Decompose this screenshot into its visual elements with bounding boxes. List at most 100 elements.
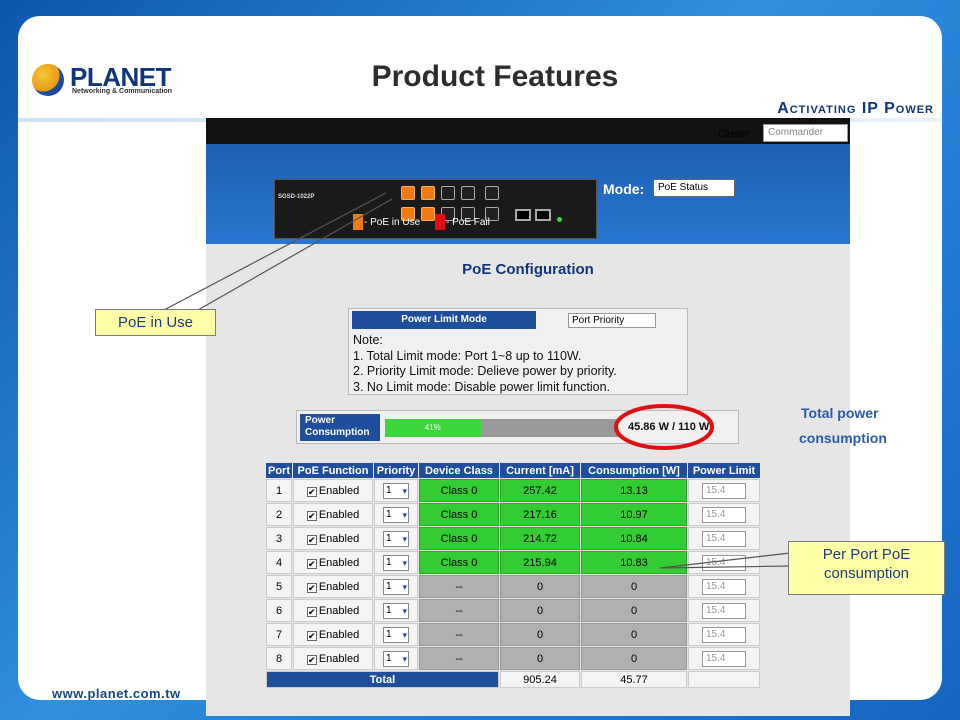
column-header: Current [mA] — [500, 463, 580, 478]
power-limit-note: Note: 1. Total Limit mode: Port 1~8 up t… — [353, 333, 617, 394]
power-limit-cell: 15.4 — [688, 575, 760, 598]
device-model: SGSD-1022P — [278, 194, 315, 200]
power-limit-input[interactable]: 15.4 — [702, 506, 746, 523]
priority-select[interactable]: 1 — [383, 530, 409, 547]
consumption-cell: 13.13 — [581, 479, 687, 502]
mode-select[interactable]: PoE Status — [653, 179, 735, 197]
port-3-icon[interactable] — [441, 186, 455, 200]
current-cell: 215.94 — [500, 551, 580, 574]
current-cell: 0 — [500, 599, 580, 622]
poe-function-label: Enabled — [318, 556, 360, 569]
power-limit-input[interactable]: 15.4 — [702, 578, 746, 595]
port-cell: 6 — [266, 599, 292, 622]
power-limit-cell: 15.4 — [688, 527, 760, 550]
port-5-icon[interactable] — [485, 186, 499, 200]
table-row: 8✔Enabled1--0015.4 — [266, 647, 760, 670]
checkbox-checked-icon[interactable]: ✔ — [306, 582, 317, 593]
priority-select[interactable]: 1 — [383, 650, 409, 667]
priority-select[interactable]: 1 — [383, 554, 409, 571]
poe-function-cell[interactable]: ✔ Enabled — [293, 479, 373, 502]
priority-select[interactable]: 1 — [383, 626, 409, 643]
device-class-cell: -- — [419, 623, 499, 646]
total-empty-cell — [688, 671, 760, 688]
poe-configuration-title: PoE Configuration — [462, 261, 594, 278]
power-limit-input[interactable]: 15.4 — [702, 602, 746, 619]
power-consumption-panel: Power Consumption 41% 45.86 W / 110 W — [296, 410, 739, 444]
table-row: 6✔Enabled1--0015.4 — [266, 599, 760, 622]
current-cell: 214.72 — [500, 527, 580, 550]
power-limit-cell: 15.4 — [688, 623, 760, 646]
power-limit-mode-label: Power Limit Mode — [352, 311, 536, 329]
device-class-cell: Class 0 — [419, 479, 499, 502]
device-class-cell: -- — [419, 575, 499, 598]
checkbox-checked-icon[interactable]: ✔ — [306, 630, 317, 641]
consumption-cell: 10.84 — [581, 527, 687, 550]
poe-function-label: Enabled — [318, 652, 360, 665]
priority-select[interactable]: 1 — [383, 602, 409, 619]
checkbox-checked-icon[interactable]: ✔ — [306, 534, 317, 545]
power-consumption-label: Power Consumption — [300, 414, 380, 441]
poe-function-cell[interactable]: ✔ Enabled — [293, 647, 373, 670]
poe-fail-swatch — [435, 214, 445, 230]
priority-cell: 1 — [374, 599, 418, 622]
power-limit-cell: 15.4 — [688, 551, 760, 574]
poe-port-table: Port PoE Function Priority Device Class Curr… — [265, 462, 761, 689]
priority-cell: 1 — [374, 527, 418, 550]
sfp-port-icon[interactable] — [535, 209, 551, 221]
port-cell: 2 — [266, 503, 292, 526]
power-limit-mode-select[interactable]: Port Priority — [568, 313, 656, 328]
priority-cell: 1 — [374, 575, 418, 598]
power-limit-input[interactable]: 15.4 — [702, 530, 746, 547]
total-current-cell: 905.24 — [500, 671, 580, 688]
power-limit-mode-panel: Power Limit Mode Port Priority Note: 1. … — [348, 308, 688, 395]
total-power-label-line2: consumption — [799, 430, 887, 446]
priority-cell: 1 — [374, 623, 418, 646]
power-limit-input[interactable]: 15.4 — [702, 554, 746, 571]
poe-function-cell[interactable]: ✔ Enabled — [293, 527, 373, 550]
column-header: Priority — [374, 463, 418, 478]
checkbox-checked-icon[interactable]: ✔ — [306, 510, 317, 521]
poe-function-cell[interactable]: ✔ Enabled — [293, 503, 373, 526]
priority-select[interactable]: 1 — [383, 482, 409, 499]
poe-function-cell[interactable]: ✔ Enabled — [293, 599, 373, 622]
consumption-cell: 10.97 — [581, 503, 687, 526]
power-led-icon — [557, 217, 562, 222]
checkbox-checked-icon[interactable]: ✔ — [306, 558, 317, 569]
cluster-select[interactable]: Commander — [763, 124, 848, 142]
power-consumption-value: 45.86 W / 110 W — [628, 421, 710, 433]
total-label: Total — [266, 671, 499, 688]
column-header: PoE Function — [293, 463, 373, 478]
priority-select[interactable]: 1 — [383, 506, 409, 523]
sfp-port-icon[interactable] — [515, 209, 531, 221]
consumption-cell: 0 — [581, 599, 687, 622]
priority-select[interactable]: 1 — [383, 578, 409, 595]
port-4-icon[interactable] — [461, 186, 475, 200]
priority-cell: 1 — [374, 479, 418, 502]
power-limit-cell: 15.4 — [688, 503, 760, 526]
checkbox-checked-icon[interactable]: ✔ — [306, 486, 317, 497]
header-panel: SGSD-1022P Mode: PoE Status - PoE in Use… — [206, 144, 850, 244]
port-2-icon[interactable] — [421, 186, 435, 200]
device-class-cell: Class 0 — [419, 503, 499, 526]
current-cell: 0 — [500, 623, 580, 646]
footer-url: www.planet.com.tw — [52, 686, 181, 701]
table-row: 4✔Enabled1Class 0215.9410.8315.4 — [266, 551, 760, 574]
checkbox-checked-icon[interactable]: ✔ — [306, 654, 317, 665]
tagline: Activating IP Power — [777, 100, 934, 117]
poe-function-cell[interactable]: ✔ Enabled — [293, 575, 373, 598]
port-7-icon[interactable] — [421, 207, 435, 221]
legend-poe-in-use: - PoE in Use — [364, 217, 421, 228]
power-limit-input[interactable]: 15.4 — [702, 482, 746, 499]
port-1-icon[interactable] — [401, 186, 415, 200]
poe-function-cell[interactable]: ✔ Enabled — [293, 551, 373, 574]
port-cell: 1 — [266, 479, 292, 502]
device-class-cell: -- — [419, 647, 499, 670]
poe-function-cell[interactable]: ✔ Enabled — [293, 623, 373, 646]
device-class-cell: Class 0 — [419, 527, 499, 550]
power-limit-input[interactable]: 15.4 — [702, 626, 746, 643]
total-row: Total 905.24 45.77 — [266, 671, 760, 688]
power-limit-input[interactable]: 15.4 — [702, 650, 746, 667]
column-header: Power Limit — [688, 463, 760, 478]
poe-function-label: Enabled — [318, 508, 360, 521]
checkbox-checked-icon[interactable]: ✔ — [306, 606, 317, 617]
